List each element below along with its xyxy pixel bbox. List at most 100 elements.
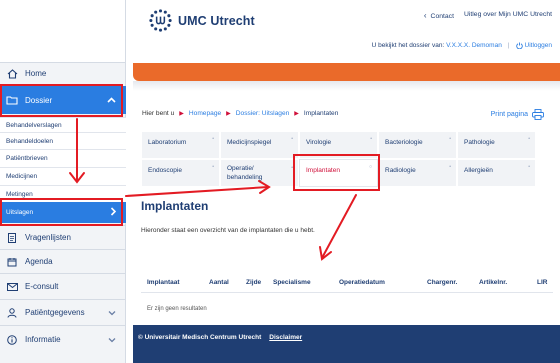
calendar-icon	[2, 257, 22, 267]
logout-link[interactable]: Uitloggen	[525, 42, 552, 49]
dot-icon: •	[291, 136, 293, 142]
chevron-right-icon	[110, 206, 117, 219]
category-label: Endoscopie	[148, 167, 182, 174]
footer: © Universitair Medisch Centrum Utrecht D…	[133, 325, 560, 363]
sidebar-subitem-uitslagen[interactable]: Uitslagen	[0, 202, 126, 223]
sidebar-item-label: Dossier	[25, 95, 53, 105]
category-medicijnspiegel[interactable]: Medicijnspiegel •	[220, 131, 299, 159]
breadcrumb-prefix: Hier bent u	[142, 110, 175, 117]
sidebar-item-patientgegevens[interactable]: Patiëntgegevens	[0, 299, 126, 325]
column-header[interactable]: LIR	[537, 279, 547, 286]
user-icon	[2, 307, 22, 318]
umc-logo-mark-icon	[149, 9, 172, 32]
sidebar-item-label: Patiëntgegevens	[25, 308, 85, 317]
breadcrumb-uitslagen[interactable]: Dossier: Uitslagen	[236, 110, 290, 117]
category-laboratorium[interactable]: Laboratorium •	[141, 131, 220, 159]
dot-icon: •	[528, 164, 530, 170]
column-header[interactable]: Specialisme	[273, 279, 311, 286]
clipboard-icon	[2, 232, 22, 243]
category-label: Virologie	[306, 139, 332, 146]
sidebar-item-dossier[interactable]: Dossier	[0, 86, 126, 114]
category-label: Operatie/ behandeling	[227, 165, 263, 181]
sidebar-subitem-patientbrieven[interactable]: Patiëntbrieven	[0, 149, 126, 167]
category-endoscopie[interactable]: Endoscopie •	[141, 159, 220, 187]
intro-text: Hieronder staat een overzicht van de imp…	[141, 227, 315, 234]
breadcrumb-current: Implantaten	[303, 110, 339, 117]
print-button[interactable]: Print pagina	[491, 109, 544, 120]
category-label: Implantaten	[306, 167, 340, 174]
sidebar-item-label: Agenda	[25, 257, 53, 266]
arrow-diag-3	[321, 194, 357, 259]
dot-icon: •	[528, 136, 530, 142]
sidebar-item-label: Vragenlijsten	[25, 233, 71, 242]
column-header[interactable]: Implantaat	[147, 279, 180, 286]
sidebar-item-vragenlijsten[interactable]: Vragenlijsten	[0, 225, 126, 249]
category-implantaten[interactable]: Implantaten ○	[299, 159, 378, 187]
breadcrumb-homepage[interactable]: Homepage	[189, 110, 221, 117]
sidebar-item-home[interactable]: Home	[0, 62, 126, 84]
envelope-icon	[2, 282, 22, 291]
top-links: Contact Uitleg over Mijn UMC Utrecht	[424, 11, 552, 20]
sidebar-item-agenda[interactable]: Agenda	[0, 249, 126, 273]
print-label: Print pagina	[490, 111, 528, 118]
uitleg-link[interactable]: Uitleg over Mijn UMC Utrecht	[464, 11, 552, 20]
disclaimer-link[interactable]: Disclaimer	[269, 334, 302, 363]
page-title: Implantaten	[141, 199, 209, 213]
dot-icon: •	[212, 136, 214, 142]
empty-results-text: Er zijn geen resultaten	[147, 306, 207, 312]
dossier-prefix: U bekijkt het dossier van:	[371, 42, 445, 49]
dot-icon: •	[370, 136, 372, 142]
footer-copyright: © Universitair Medisch Centrum Utrecht	[138, 334, 262, 341]
column-header[interactable]: Operatiedatum	[339, 279, 385, 286]
sidebar-subitem-metingen[interactable]: Metingen	[0, 185, 126, 202]
column-header[interactable]: Zijde	[246, 279, 261, 286]
folder-icon	[2, 95, 22, 105]
subitem-label: Behandelverslagen	[6, 121, 62, 129]
power-icon	[515, 42, 523, 49]
sidebar-top	[0, 0, 125, 62]
category-radiologie[interactable]: Radiologie •	[378, 159, 457, 187]
triangle-right-icon: ▶	[179, 111, 184, 117]
chevron-up-icon	[107, 95, 116, 105]
column-header[interactable]: Aantal	[209, 279, 229, 286]
column-header[interactable]: Artikelnr.	[479, 279, 507, 286]
category-virologie[interactable]: Virologie •	[299, 131, 378, 159]
category-bacteriologie[interactable]: Bacteriologie •	[378, 131, 457, 159]
chevron-down-icon	[108, 335, 116, 344]
category-label: Pathologie	[464, 139, 495, 146]
printer-icon	[532, 109, 544, 120]
sidebar: Home Dossier Behandelverslagen Behandeld…	[0, 0, 126, 363]
sidebar-subitem-behandeldoelen[interactable]: Behandeldoelen	[0, 132, 126, 149]
dossier-person-link[interactable]: V.X.X.X. Demoman	[446, 42, 502, 49]
arrowhead-3	[319, 246, 332, 261]
info-icon	[2, 334, 22, 345]
sidebar-item-informatie[interactable]: Informatie	[0, 325, 126, 353]
table-divider	[141, 292, 553, 293]
dot-icon: •	[212, 164, 214, 170]
dot-icon: •	[291, 165, 293, 171]
subitem-label: Patiëntbrieven	[6, 155, 48, 162]
subitem-label: Behandeldoelen	[6, 137, 53, 145]
category-label: Laboratorium	[148, 139, 187, 146]
sidebar-item-label: E-consult	[25, 282, 59, 291]
category-allergieen[interactable]: Allergieën •	[457, 159, 536, 187]
category-operatie-behandeling[interactable]: Operatie/ behandeling •	[220, 159, 299, 187]
subitem-label: Uitslagen	[6, 209, 34, 216]
triangle-right-icon: ▶	[294, 111, 299, 117]
category-pathologie[interactable]: Pathologie •	[457, 131, 536, 159]
sidebar-subitem-behandelverslagen[interactable]: Behandelverslagen	[0, 117, 126, 132]
breadcrumb: Hier bent u ▶ Homepage ▶ Dossier: Uitsla…	[142, 110, 338, 117]
sidebar-subitem-medicijnen[interactable]: Medicijnen	[0, 167, 126, 185]
contact-link[interactable]: Contact	[424, 11, 454, 20]
circle-icon: ○	[368, 164, 372, 170]
sidebar-item-econsult[interactable]: E-consult	[0, 273, 126, 299]
results-table-header: Implantaat Aantal Zijde Specialisme Oper…	[141, 279, 553, 289]
triangle-right-icon: ▶	[226, 111, 231, 117]
dossier-owner-line: U bekijkt het dossier van: V.X.X.X. Demo…	[372, 42, 552, 49]
column-header[interactable]: Chargenr.	[427, 279, 457, 286]
sidebar-item-label: Informatie	[25, 335, 61, 344]
subitem-label: Medicijnen	[6, 173, 38, 180]
umc-logo[interactable]: UMC Utrecht	[148, 8, 255, 33]
banner-shadow	[133, 81, 560, 91]
subitem-label: Metingen	[6, 190, 33, 198]
